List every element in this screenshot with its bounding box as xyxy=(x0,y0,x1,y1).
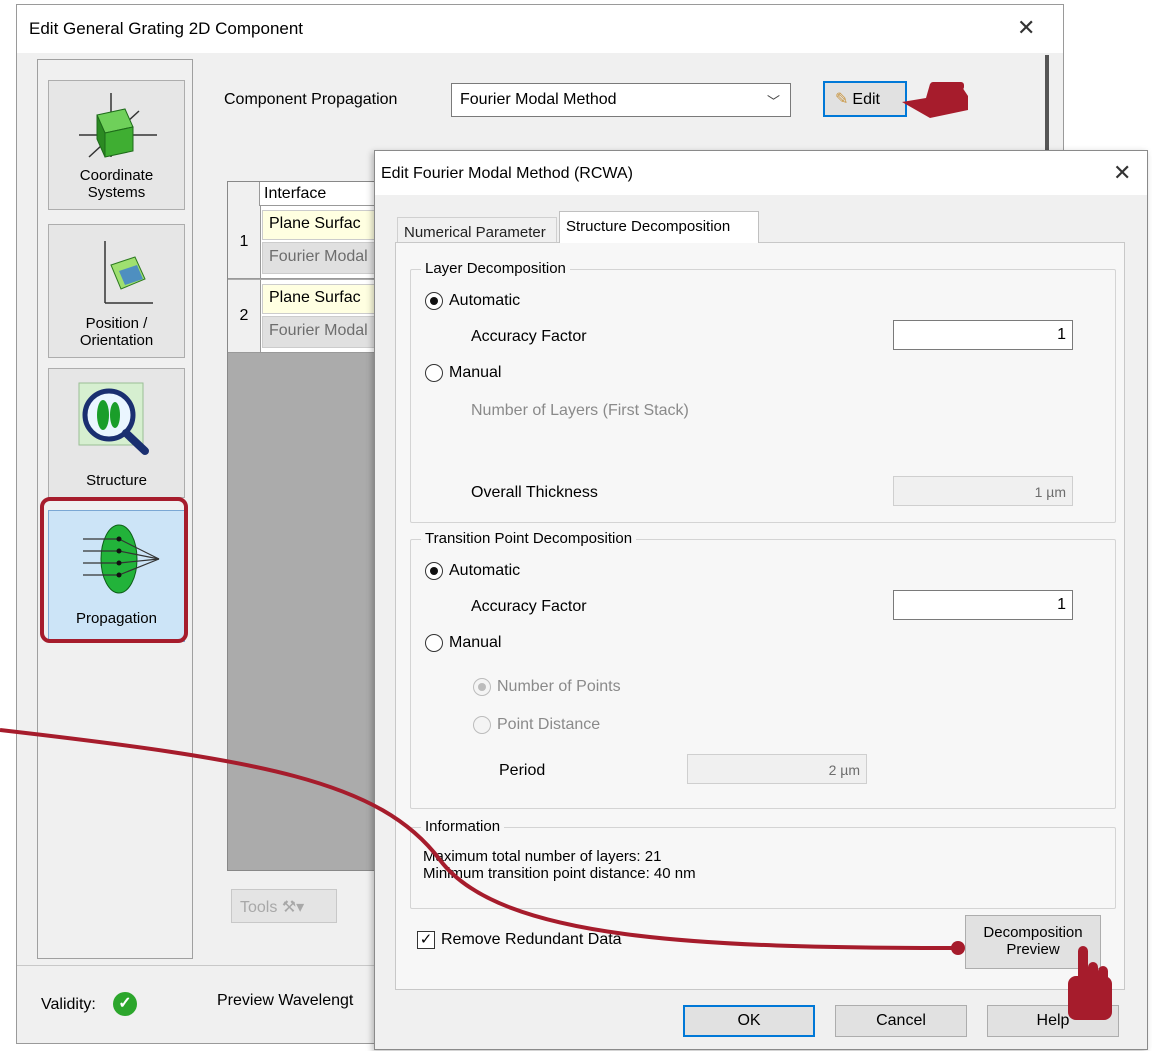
tools-button[interactable]: Tools ⚒▾ xyxy=(231,889,337,923)
inner-title-bar: Edit Fourier Modal Method (RCWA) ✕ xyxy=(375,151,1147,195)
structure-icon xyxy=(78,382,149,455)
row-index: 1 xyxy=(228,206,261,278)
info-min-distance: Minimum transition point distance: 40 nm xyxy=(423,865,696,882)
transition-accuracy-factor-label: Accuracy Factor xyxy=(471,598,587,615)
table-header-corner xyxy=(228,182,260,206)
structure-decomposition-panel: Layer Decomposition Automatic Accuracy F… xyxy=(395,242,1125,990)
outer-title-bar: Edit General Grating 2D Component ✕ xyxy=(17,5,1063,53)
overall-thickness-value: 1 µm xyxy=(893,476,1073,506)
tab-numerical-parameter[interactable]: Numerical Parameter xyxy=(397,217,557,245)
interface-table: Interface 1 Plane Surfac Fourier Modal 2… xyxy=(227,181,387,871)
component-propagation-select[interactable]: Fourier Modal Method ﹀ xyxy=(451,83,791,117)
number-of-points-label: Number of Points xyxy=(497,678,621,695)
table-row[interactable]: 2 Plane Surfac Fourier Modal xyxy=(228,280,386,353)
layer-manual-radio[interactable] xyxy=(425,364,443,382)
position-orientation-icon xyxy=(104,241,153,304)
tab-structure-decomposition[interactable]: Structure Decomposition xyxy=(559,211,759,243)
transition-point-group: Transition Point Decomposition Automatic… xyxy=(410,530,1116,809)
nav-structure-label: Structure xyxy=(86,472,147,489)
pencil-icon: ✎ xyxy=(835,91,849,108)
remove-redundant-checkbox[interactable]: ✓ xyxy=(417,931,435,949)
nav-position-orientation-label: Position / Orientation xyxy=(79,315,154,349)
row-index: 2 xyxy=(228,280,261,352)
layer-decomposition-group: Layer Decomposition Automatic Accuracy F… xyxy=(410,260,1116,523)
layer-automatic-label: Automatic xyxy=(449,292,521,309)
outer-window-title: Edit General Grating 2D Component xyxy=(29,19,304,38)
tools-button-label: Tools xyxy=(240,899,278,916)
cancel-button[interactable]: Cancel xyxy=(835,1005,967,1037)
propagation-highlight-frame xyxy=(40,497,188,643)
number-of-layers-label: Number of Layers (First Stack) xyxy=(471,402,689,419)
info-max-layers: Maximum total number of layers: 21 xyxy=(423,848,662,865)
period-label: Period xyxy=(499,762,546,779)
table-header: Interface xyxy=(228,182,386,206)
tools-icon: ⚒▾ xyxy=(281,899,305,916)
number-of-points-radio[interactable] xyxy=(473,678,491,696)
information-group: Information Maximum total number of laye… xyxy=(410,818,1116,909)
table-row[interactable]: 1 Plane Surfac Fourier Modal xyxy=(228,206,386,279)
layer-decomposition-title: Layer Decomposition xyxy=(421,260,570,277)
row-method-cell[interactable]: Fourier Modal xyxy=(262,316,386,348)
chevron-down-icon: ﹀ xyxy=(766,94,780,109)
decomposition-preview-line1: Decomposition xyxy=(983,924,1083,941)
remove-redundant-label: Remove Redundant Data xyxy=(441,931,622,948)
nav-structure[interactable]: Structure xyxy=(48,368,185,498)
edit-button-label: Edit xyxy=(852,91,880,108)
decomposition-preview-button[interactable]: Decomposition Preview xyxy=(965,915,1101,969)
transition-automatic-radio[interactable] xyxy=(425,562,443,580)
nav-coordinate-systems-label: Coordinate Systems xyxy=(79,167,154,201)
outer-close-icon[interactable]: ✕ xyxy=(1017,17,1035,39)
decomposition-preview-line2: Preview xyxy=(1006,941,1060,958)
transition-manual-radio[interactable] xyxy=(425,634,443,652)
layer-accuracy-factor-input[interactable]: 1 xyxy=(893,320,1073,350)
layer-accuracy-factor-label: Accuracy Factor xyxy=(471,328,587,345)
row-surface-cell[interactable]: Plane Surfac xyxy=(262,210,386,240)
validity-label: Validity: xyxy=(41,996,96,1013)
point-distance-radio[interactable] xyxy=(473,716,491,734)
coordinate-systems-icon xyxy=(79,93,157,158)
component-propagation-label: Component Propagation xyxy=(224,91,398,108)
transition-point-title: Transition Point Decomposition xyxy=(421,530,637,547)
row-surface-cell[interactable]: Plane Surfac xyxy=(262,284,386,314)
transition-manual-label: Manual xyxy=(449,634,502,651)
overall-thickness-label: Overall Thickness xyxy=(471,484,598,501)
inner-close-icon[interactable]: ✕ xyxy=(1113,162,1131,184)
transition-automatic-label: Automatic xyxy=(449,562,521,579)
transition-accuracy-factor-input[interactable]: 1 xyxy=(893,590,1073,620)
valid-check-icon: ✓ xyxy=(113,992,137,1016)
help-button[interactable]: Help xyxy=(987,1005,1119,1037)
preview-wavelength-label: Preview Wavelengt xyxy=(217,992,354,1009)
layer-automatic-radio[interactable] xyxy=(425,292,443,310)
ok-button[interactable]: OK xyxy=(683,1005,815,1037)
inner-window-title: Edit Fourier Modal Method (RCWA) xyxy=(381,165,633,182)
fmm-edit-dialog: Edit Fourier Modal Method (RCWA) ✕ Numer… xyxy=(374,150,1148,1050)
edit-button[interactable]: ✎ Edit xyxy=(823,81,907,117)
nav-coordinate-systems[interactable]: Coordinate Systems xyxy=(48,80,185,210)
period-value: 2 µm xyxy=(687,754,867,784)
nav-position-orientation[interactable]: Position / Orientation xyxy=(48,224,185,358)
table-header-interface: Interface xyxy=(264,185,327,202)
window-edge xyxy=(1045,55,1049,165)
layer-manual-label: Manual xyxy=(449,364,502,381)
point-distance-label: Point Distance xyxy=(497,716,601,733)
component-propagation-value: Fourier Modal Method xyxy=(460,91,617,108)
information-title: Information xyxy=(421,818,505,835)
row-method-cell[interactable]: Fourier Modal xyxy=(262,242,386,274)
